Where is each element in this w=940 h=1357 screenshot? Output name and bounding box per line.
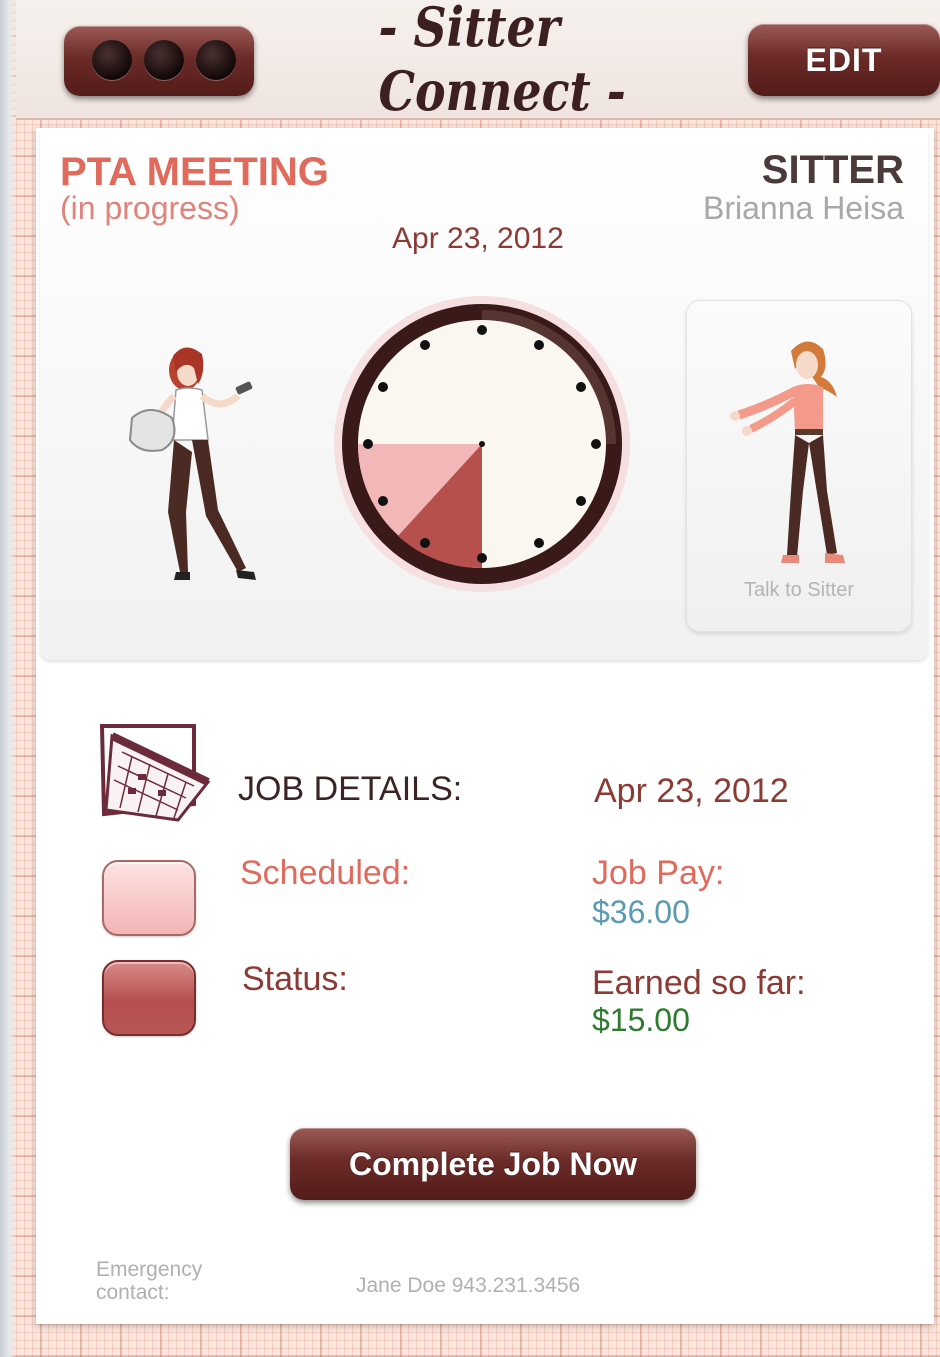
menu-dot-icon [196, 40, 236, 80]
complete-job-button[interactable]: Complete Job Now [290, 1128, 696, 1200]
scheduled-label: Scheduled: [240, 854, 411, 892]
status-legend-swatch [102, 960, 196, 1036]
scheduled-legend-swatch [102, 860, 196, 936]
app-header: - Sitter Connect - EDIT [16, 0, 940, 123]
event-date: Apr 23, 2012 [392, 222, 564, 255]
talk-to-sitter-label: Talk to Sitter [743, 579, 855, 601]
event-panel: PTA MEETING (in progress) SITTER Brianna… [40, 132, 928, 660]
job-card: PTA MEETING (in progress) SITTER Brianna… [36, 128, 934, 1324]
menu-button[interactable] [64, 26, 254, 96]
sitter-heading: SITTER [761, 148, 904, 192]
edit-button[interactable]: EDIT [748, 24, 940, 96]
calendar-icon [99, 724, 211, 822]
status-label: Status: [242, 960, 348, 998]
event-status: (in progress) [60, 190, 240, 226]
job-date: Apr 23, 2012 [594, 772, 789, 810]
job-pay-label: Job Pay: [592, 854, 725, 892]
job-progress-clock [334, 296, 630, 592]
earned-value: $15.00 [592, 1002, 690, 1038]
sitter-illustration [730, 341, 845, 563]
emergency-contact-value: Jane Doe 943.231.3456 [356, 1274, 581, 1297]
event-title: PTA MEETING [60, 150, 329, 194]
window-edge-shadow [0, 0, 16, 1357]
app-logo: - Sitter Connect - [378, 0, 626, 123]
sitter-name: Brianna Heisa [703, 190, 904, 226]
menu-dot-icon [144, 40, 184, 80]
talk-to-sitter-button[interactable]: Talk to Sitter [686, 300, 912, 632]
menu-dot-icon [92, 40, 132, 80]
emergency-contact-label: Emergency contact: [96, 1258, 203, 1304]
earned-label: Earned so far: [592, 964, 806, 1002]
job-pay-value: $36.00 [592, 894, 690, 930]
job-details-heading: JOB DETAILS: [238, 770, 463, 808]
parent-illustration [128, 347, 256, 580]
